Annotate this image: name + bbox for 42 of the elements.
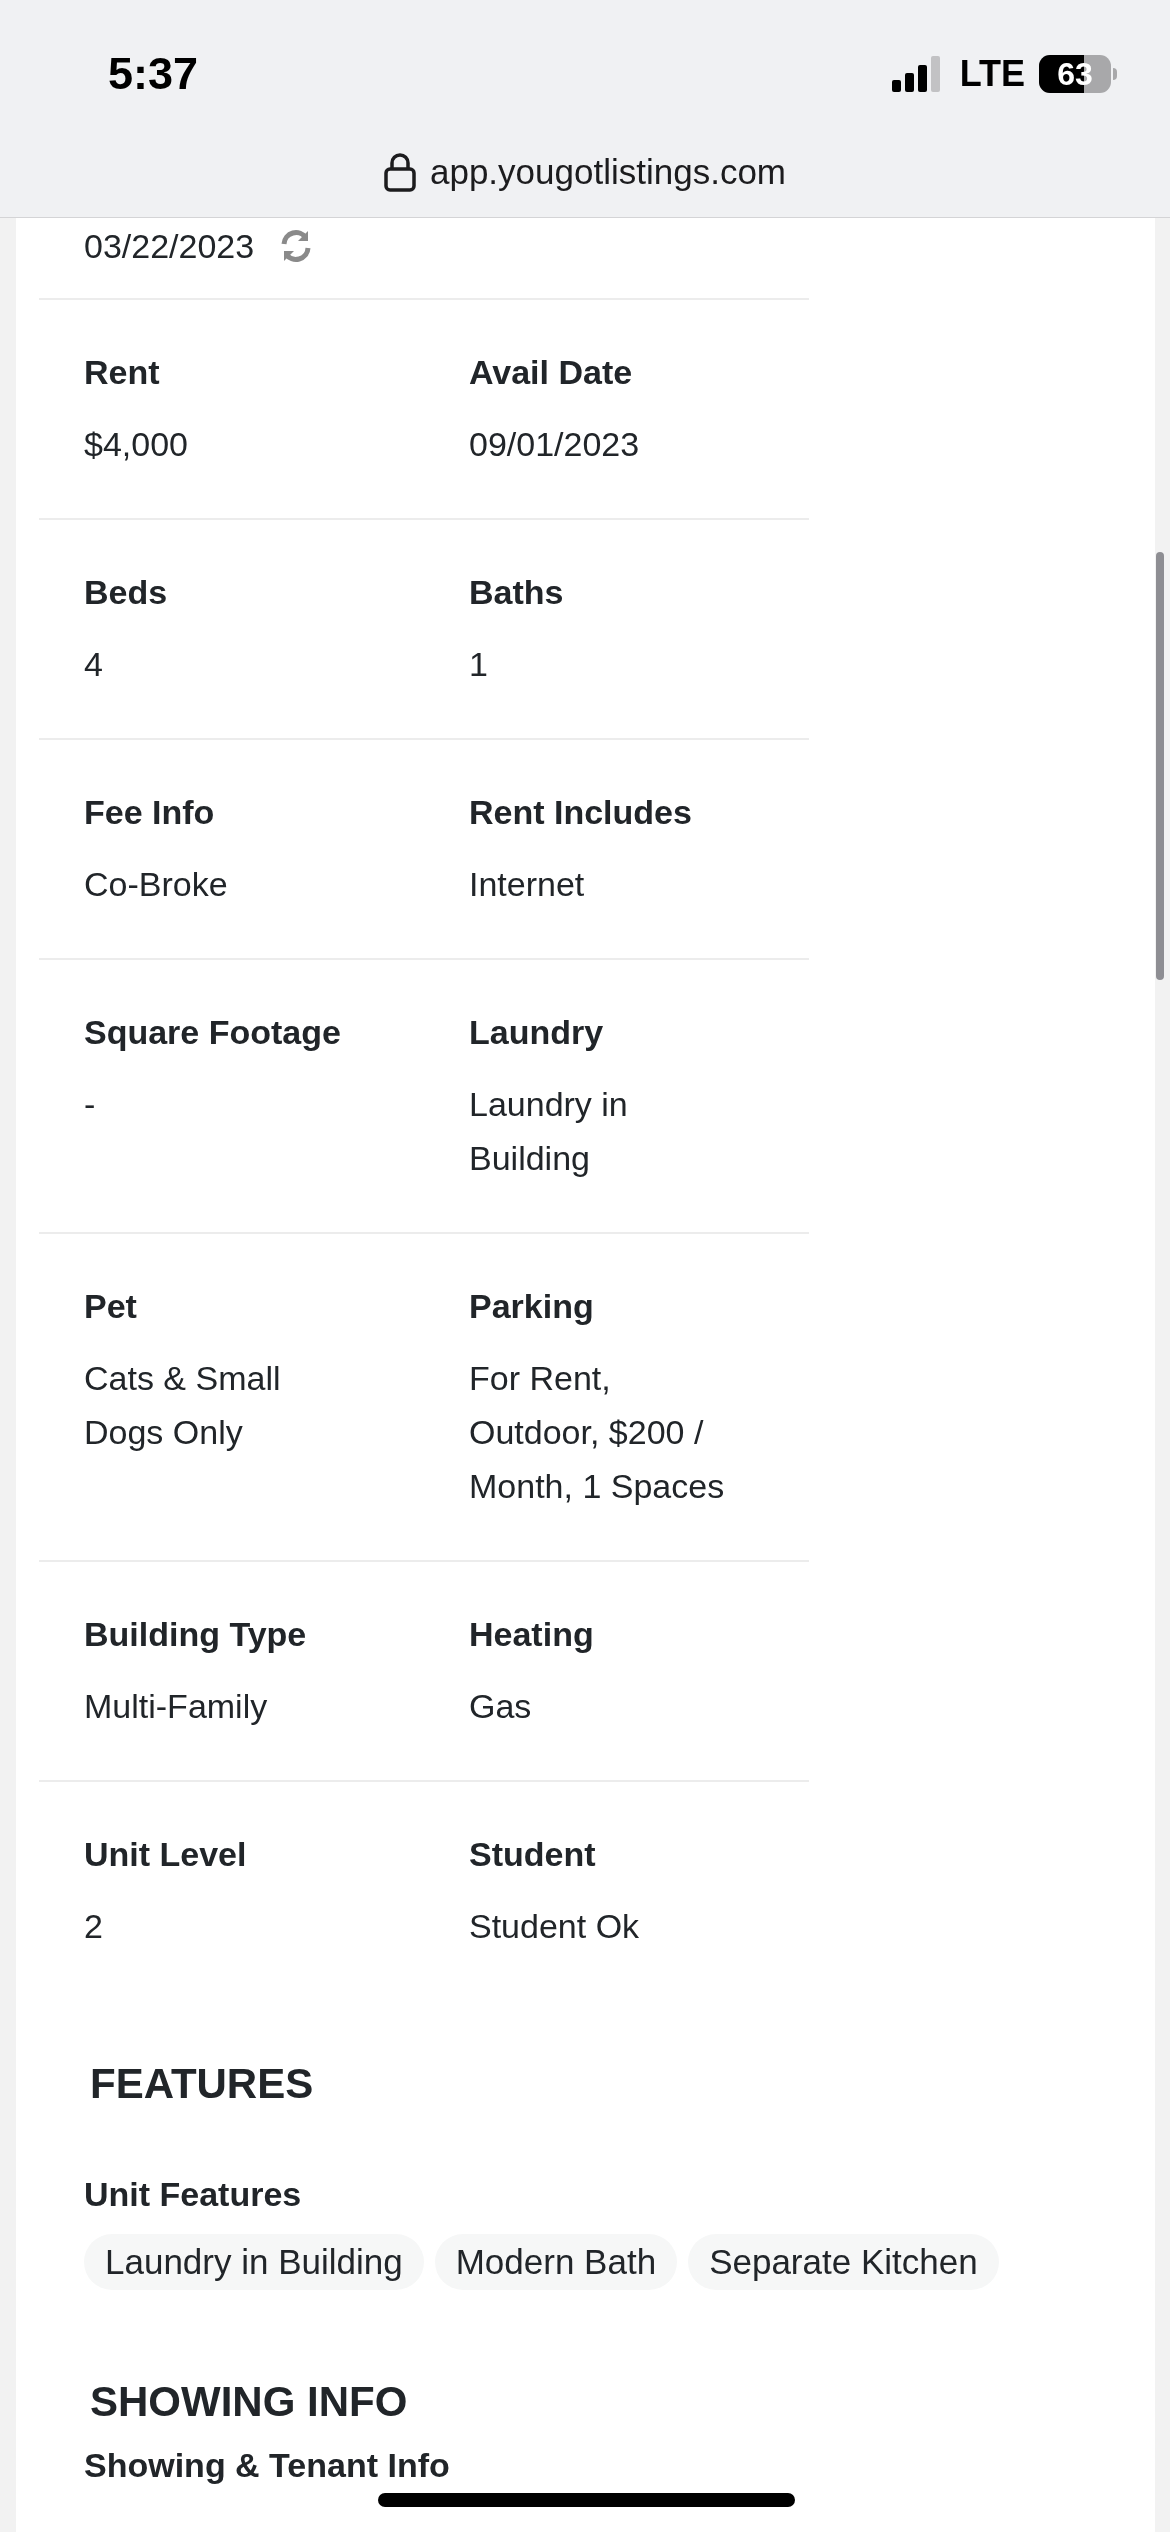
field-value: Internet bbox=[469, 864, 586, 905]
feature-tag: Laundry in Building bbox=[84, 2234, 424, 2290]
field-value: 2 bbox=[84, 1906, 104, 1947]
field-value: Gas bbox=[469, 1686, 533, 1727]
home-indicator[interactable] bbox=[378, 2493, 795, 2507]
field-value: Student Ok bbox=[469, 1906, 641, 1947]
field-label: Rent bbox=[84, 352, 161, 393]
field-value: Cats & Small Dogs Only bbox=[84, 1358, 282, 1453]
field-label: Square Footage bbox=[84, 1012, 342, 1053]
field-value: Co-Broke bbox=[84, 864, 229, 905]
field-label: Building Type bbox=[84, 1614, 308, 1655]
field-value: Multi-Family bbox=[84, 1686, 269, 1727]
field-label: Parking bbox=[469, 1286, 595, 1327]
field-label: Laundry bbox=[469, 1012, 605, 1053]
field-label: Rent Includes bbox=[469, 792, 693, 833]
url-text[interactable]: app.yougotlistings.com bbox=[429, 150, 786, 194]
network-label: LTE bbox=[959, 52, 1025, 96]
scrollbar[interactable] bbox=[1156, 552, 1164, 980]
section-heading: FEATURES bbox=[90, 2059, 315, 2109]
field-value: $4,000 bbox=[84, 424, 189, 465]
field-value: 4 bbox=[84, 644, 104, 685]
feature-tag: Modern Bath bbox=[434, 2234, 678, 2290]
field-label: Student bbox=[469, 1834, 597, 1875]
field-value: - bbox=[84, 1084, 97, 1125]
lock-icon bbox=[383, 152, 416, 192]
date-text: 03/22/2023 bbox=[84, 226, 255, 267]
field-value: Laundry in Building bbox=[469, 1084, 629, 1179]
field-value: 09/01/2023 bbox=[469, 424, 641, 465]
field-label: Fee Info bbox=[84, 792, 216, 833]
subsection-label: Showing & Tenant Info bbox=[84, 2445, 450, 2486]
field-label: Pet bbox=[84, 1286, 138, 1327]
subsection-label: Unit Features bbox=[84, 2174, 303, 2215]
status-time: 5:37 bbox=[108, 47, 199, 101]
field-label: Unit Level bbox=[84, 1834, 248, 1875]
field-label: Avail Date bbox=[469, 352, 634, 393]
feature-tag: Separate Kitchen bbox=[688, 2234, 999, 2290]
field-value: 1 bbox=[469, 644, 489, 685]
field-value: For Rent, Outdoor, $200 / Month, 1 Spaces bbox=[469, 1358, 726, 1507]
section-heading: SHOWING INFO bbox=[90, 2377, 409, 2427]
field-label: Baths bbox=[469, 572, 565, 613]
field-label: Beds bbox=[84, 572, 169, 613]
field-label: Heating bbox=[469, 1614, 595, 1655]
